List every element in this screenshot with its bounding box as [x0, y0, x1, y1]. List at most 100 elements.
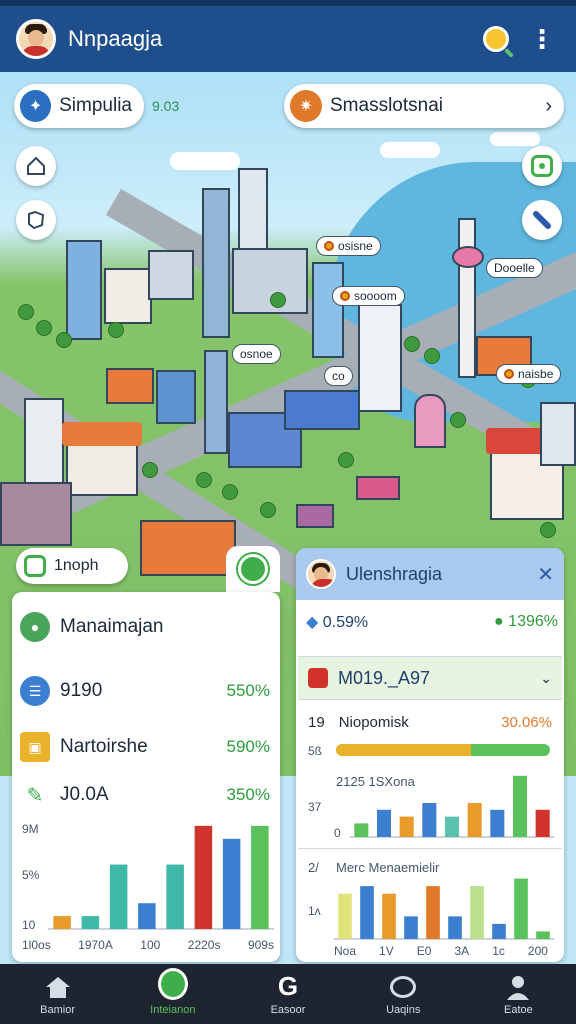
nav-g[interactable]: G Easoor: [230, 964, 345, 1024]
chart-bar: [81, 916, 100, 929]
nav-home[interactable]: Bamior: [0, 964, 115, 1024]
chart-bar: [514, 878, 528, 939]
house-icon: [27, 156, 45, 175]
app-title: Nnpaagja: [68, 26, 163, 51]
building: [106, 368, 154, 404]
panel-title: Ulenshragia: [346, 563, 443, 584]
right-bar-chart-1: [350, 775, 554, 838]
building: [66, 240, 102, 340]
x-tick-label: 3A: [454, 944, 470, 958]
y-tick-label: 9M: [22, 822, 39, 836]
chart-bar: [166, 864, 184, 929]
layers-map-button[interactable]: [16, 200, 56, 240]
chart-bar: [490, 809, 505, 837]
x-axis-labels: 1l0os 1970A 100 2220s 909s: [22, 938, 274, 952]
stat-value: 350%: [226, 785, 270, 804]
x-tick-label: 2220s: [187, 938, 221, 952]
x-tick-label: Noa: [334, 944, 357, 958]
chart-bar: [360, 886, 374, 939]
map-pin[interactable]: co: [324, 366, 353, 386]
list-icon: ☰: [20, 676, 50, 706]
map-pin[interactable]: osnoe: [232, 344, 281, 364]
compass-icon: [533, 211, 551, 229]
chart-bar: [467, 803, 482, 837]
stat-item[interactable]: ◆ 0.59%: [306, 612, 368, 632]
home-map-button[interactable]: [16, 146, 56, 186]
y-tick-label: 10: [22, 918, 36, 932]
nav-user[interactable]: Eatoe: [461, 964, 576, 1024]
chart-bar: [194, 825, 213, 929]
search-chip-right[interactable]: ✷ Smasslotsnai ›: [284, 84, 564, 128]
locate-button[interactable]: [522, 146, 562, 186]
refresh-tab[interactable]: [226, 546, 280, 592]
pencil-icon: ✎: [20, 780, 50, 810]
top-app-bar: Nnpaagja ⋮: [0, 0, 576, 72]
nav-label: Bamior: [40, 1003, 76, 1016]
chip-extra-value: 9.03: [152, 98, 180, 114]
dome-building: [414, 394, 446, 448]
user-icon: [503, 973, 533, 1001]
search-button[interactable]: [478, 21, 514, 57]
square-icon: ▣: [20, 732, 50, 762]
nav-label: Easoor: [270, 1003, 306, 1016]
progress-value: 30.06%: [501, 714, 552, 731]
stat-row[interactable]: ✎ J0.0A 350%: [20, 780, 270, 810]
stat-item[interactable]: ● 1396%: [494, 613, 558, 631]
select-dropdown[interactable]: M019._A97 ⌄: [298, 656, 562, 700]
progress-label: Niopomisk: [338, 714, 409, 731]
filter-chip[interactable]: 1noph: [16, 548, 128, 584]
building: [312, 262, 344, 358]
map-pin[interactable]: Dooelle: [486, 258, 543, 278]
stat-row[interactable]: ☰ 9190 550%: [20, 676, 270, 706]
map-pin[interactable]: naisbe: [496, 364, 562, 384]
stat-label: J0.0A: [60, 784, 109, 805]
avatar[interactable]: [306, 559, 336, 589]
nav-search[interactable]: Inteianon: [115, 964, 230, 1024]
more-vertical-icon: ⋮: [529, 24, 555, 54]
map-shape-icon: [28, 210, 45, 230]
stat-value: 550%: [226, 681, 270, 700]
progress-fill: [336, 744, 471, 756]
pin-icon: ●: [494, 613, 504, 630]
roof: [62, 422, 142, 446]
divider: [298, 848, 562, 849]
leaf-icon: [24, 555, 46, 577]
stat-value: 590%: [226, 737, 270, 756]
tag-icon: ◆: [306, 614, 319, 631]
progress-bar: [336, 744, 550, 756]
chevron-right-icon[interactable]: ›: [545, 95, 552, 118]
panel-title: Manaimajan: [60, 616, 164, 637]
more-menu-button[interactable]: ⋮: [524, 21, 560, 57]
chart-bar: [492, 923, 506, 939]
chart-bar: [470, 886, 484, 939]
chart-bar: [426, 886, 440, 939]
map-pin[interactable]: osisne: [316, 236, 381, 256]
nav-chat[interactable]: Uaqins: [346, 964, 461, 1024]
chat-icon: [388, 973, 418, 1001]
tv-tower: [458, 218, 476, 378]
building: [284, 390, 360, 430]
select-value: M019._A97: [338, 667, 431, 688]
building: [156, 370, 196, 424]
close-icon[interactable]: ✕: [537, 562, 554, 587]
search-chip-left[interactable]: ✦ Simpulia: [14, 84, 144, 128]
left-bar-chart: [48, 825, 274, 930]
bird-icon: ✦: [20, 90, 52, 122]
right-bar-chart-2: [334, 878, 554, 940]
y-tick-label: 5%: [22, 868, 40, 882]
chip-label: Simpulia: [59, 95, 132, 116]
x-tick-label: 1c: [492, 944, 505, 958]
chart-bar: [138, 903, 156, 929]
map-pin[interactable]: soooom: [332, 286, 405, 306]
tower-top: [452, 246, 484, 268]
x-tick-label: 1970A: [78, 938, 113, 952]
x-tick-label: E0: [416, 944, 432, 958]
search-icon: [483, 26, 509, 52]
compass-button[interactable]: [522, 200, 562, 240]
stat-row[interactable]: ▣ Nartoirshe 590%: [20, 732, 270, 762]
avatar[interactable]: [16, 19, 56, 59]
chevron-down-icon: ⌄: [540, 669, 552, 686]
y-tick-label: 37: [308, 800, 322, 814]
x-tick-label: 1V: [379, 944, 394, 958]
y-tick-label: 1ʌ: [308, 904, 321, 918]
